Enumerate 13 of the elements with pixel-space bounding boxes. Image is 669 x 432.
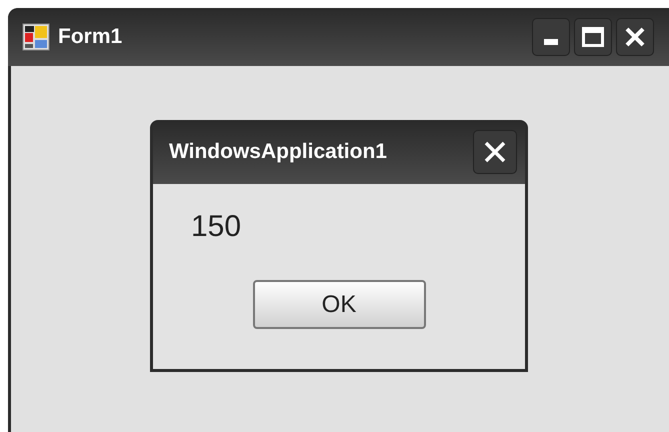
window-title: Form1 [58,24,122,50]
maximize-button[interactable] [574,18,612,56]
ok-button[interactable]: OK [252,280,426,329]
minimize-icon [544,39,558,45]
app-icon [22,23,50,51]
dialog-title: WindowsApplication1 [169,139,387,166]
close-icon [483,140,507,164]
close-button[interactable] [616,18,654,56]
close-button[interactable] [473,130,517,174]
close-icon [624,26,646,48]
minimize-button[interactable] [532,18,570,56]
message-text: 150 [191,212,242,242]
maximize-icon [582,27,604,47]
